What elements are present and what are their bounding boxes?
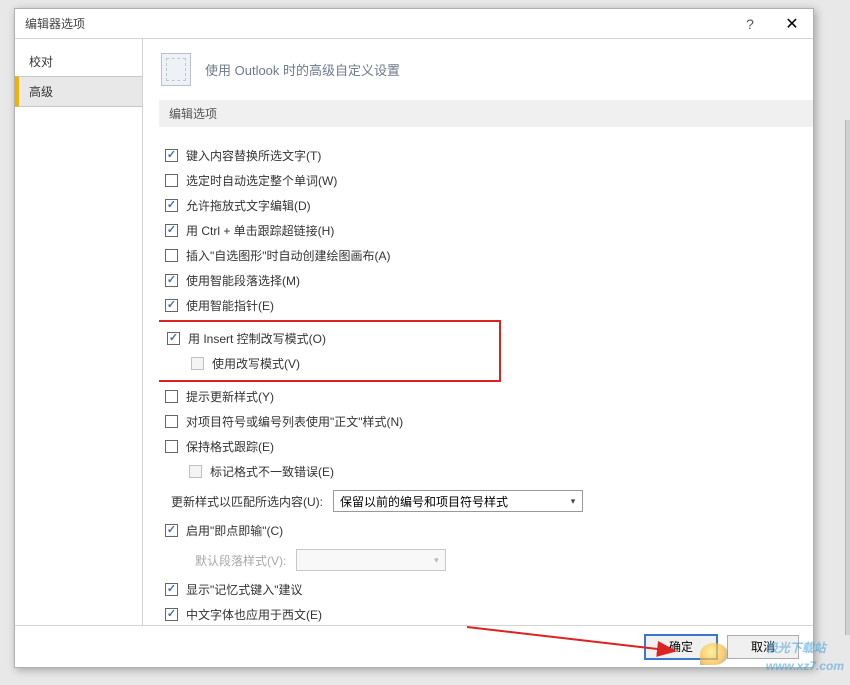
row-update-style-select: 更新样式以匹配所选内容(U): 保留以前的编号和项目符号样式 ▾ — [171, 490, 813, 512]
option-click-and-type[interactable]: 启用"即点即输"(C) — [165, 520, 813, 541]
option-label: 选定时自动选定整个单词(W) — [186, 172, 337, 189]
checkbox[interactable] — [165, 440, 178, 453]
option-label: 对项目符号或编号列表使用"正文"样式(N) — [186, 413, 403, 430]
checkbox[interactable] — [165, 415, 178, 428]
option-label: 键入内容替换所选文字(T) — [186, 147, 321, 164]
checkbox[interactable] — [165, 390, 178, 403]
help-button[interactable]: ? — [729, 9, 771, 39]
option-label: 保持格式跟踪(E) — [186, 438, 274, 455]
option-label: 标记格式不一致错误(E) — [210, 463, 334, 480]
dialog-footer: 确定 取消 — [15, 625, 813, 667]
checkbox[interactable] — [165, 299, 178, 312]
option-label: 插入"自选图形"时自动创建绘图画布(A) — [186, 247, 391, 264]
option-smart-cursor[interactable]: 使用智能指针(E) — [165, 295, 813, 316]
checkbox[interactable] — [165, 174, 178, 187]
help-icon: ? — [746, 16, 754, 32]
header-title: 使用 Outlook 时的高级自定义设置 — [205, 60, 400, 79]
titlebar: 编辑器选项 ? ✕ — [15, 9, 813, 39]
checkbox — [189, 465, 202, 478]
checkbox[interactable] — [165, 199, 178, 212]
option-smart-paragraph[interactable]: 使用智能段落选择(M) — [165, 270, 813, 291]
highlight-box: 用 Insert 控制改写模式(O) 使用改写模式(V) — [159, 320, 501, 382]
editor-options-dialog: 编辑器选项 ? ✕ 校对 高级 使用 Outlook 时的高级自定义设置 编辑选… — [14, 8, 814, 668]
option-drag-drop-edit[interactable]: 允许拖放式文字编辑(D) — [165, 195, 813, 216]
option-cjk-western-font[interactable]: 中文字体也应用于西文(E) — [165, 604, 813, 625]
checkbox[interactable] — [165, 149, 178, 162]
cancel-button[interactable]: 取消 — [727, 635, 799, 659]
options-list: 键入内容替换所选文字(T) 选定时自动选定整个单词(W) 允许拖放式文字编辑(D… — [159, 127, 813, 625]
sidebar: 校对 高级 — [15, 39, 143, 625]
option-prompt-update-style[interactable]: 提示更新样式(Y) — [165, 386, 813, 407]
update-style-label: 更新样式以匹配所选内容(U): — [171, 493, 323, 510]
option-label: 使用智能段落选择(M) — [186, 272, 300, 289]
option-label: 中文字体也应用于西文(E) — [186, 606, 322, 623]
option-label: 使用智能指针(E) — [186, 297, 274, 314]
option-label: 启用"即点即输"(C) — [186, 522, 283, 539]
checkbox — [191, 357, 204, 370]
default-para-label: 默认段落样式(V): — [195, 552, 286, 569]
option-label: 使用改写模式(V) — [212, 355, 300, 372]
content-header: 使用 Outlook 时的高级自定义设置 — [159, 47, 813, 100]
checkbox[interactable] — [167, 332, 180, 345]
update-style-select[interactable]: 保留以前的编号和项目符号样式 ▾ — [333, 490, 583, 512]
row-default-para-style: 默认段落样式(V): ▾ — [195, 549, 813, 571]
option-keep-format-tracking[interactable]: 保持格式跟踪(E) — [165, 436, 813, 457]
close-button[interactable]: ✕ — [771, 9, 813, 39]
chevron-down-icon: ▾ — [564, 491, 582, 511]
select-value: 保留以前的编号和项目符号样式 — [340, 493, 508, 510]
settings-page-icon — [161, 53, 191, 86]
option-auto-canvas[interactable]: 插入"自选图形"时自动创建绘图画布(A) — [165, 245, 813, 266]
chevron-down-icon: ▾ — [427, 550, 445, 570]
option-select-whole-word[interactable]: 选定时自动选定整个单词(W) — [165, 170, 813, 191]
checkbox[interactable] — [165, 583, 178, 596]
section-header-edit-options: 编辑选项 — [159, 100, 813, 127]
content-panel: 使用 Outlook 时的高级自定义设置 编辑选项 键入内容替换所选文字(T) … — [143, 39, 813, 625]
option-use-overtype: 使用改写模式(V) — [191, 353, 499, 374]
option-label: 显示"记忆式键入"建议 — [186, 581, 303, 598]
option-label: 提示更新样式(Y) — [186, 388, 274, 405]
checkbox[interactable] — [165, 274, 178, 287]
option-mark-inconsistent: 标记格式不一致错误(E) — [189, 461, 813, 482]
close-icon: ✕ — [785, 14, 798, 34]
dialog-body: 校对 高级 使用 Outlook 时的高级自定义设置 编辑选项 键入内容替换所选… — [15, 39, 813, 625]
option-label: 用 Ctrl + 单击跟踪超链接(H) — [186, 222, 334, 239]
option-ctrl-click-link[interactable]: 用 Ctrl + 单击跟踪超链接(H) — [165, 220, 813, 241]
dialog-title: 编辑器选项 — [25, 15, 729, 32]
sidebar-item-proofing[interactable]: 校对 — [15, 47, 142, 76]
checkbox[interactable] — [165, 224, 178, 237]
option-show-autocomplete[interactable]: 显示"记忆式键入"建议 — [165, 579, 813, 600]
option-label: 允许拖放式文字编辑(D) — [186, 197, 311, 214]
checkbox[interactable] — [165, 524, 178, 537]
sidebar-item-advanced[interactable]: 高级 — [15, 76, 142, 107]
default-para-select: ▾ — [296, 549, 446, 571]
background-edge — [845, 120, 850, 635]
option-normal-bullet-style[interactable]: 对项目符号或编号列表使用"正文"样式(N) — [165, 411, 813, 432]
option-typing-replaces[interactable]: 键入内容替换所选文字(T) — [165, 145, 813, 166]
option-label: 用 Insert 控制改写模式(O) — [188, 330, 326, 347]
ok-button[interactable]: 确定 — [645, 635, 717, 659]
checkbox[interactable] — [165, 249, 178, 262]
option-insert-overtype[interactable]: 用 Insert 控制改写模式(O) — [167, 328, 499, 349]
checkbox[interactable] — [165, 608, 178, 621]
